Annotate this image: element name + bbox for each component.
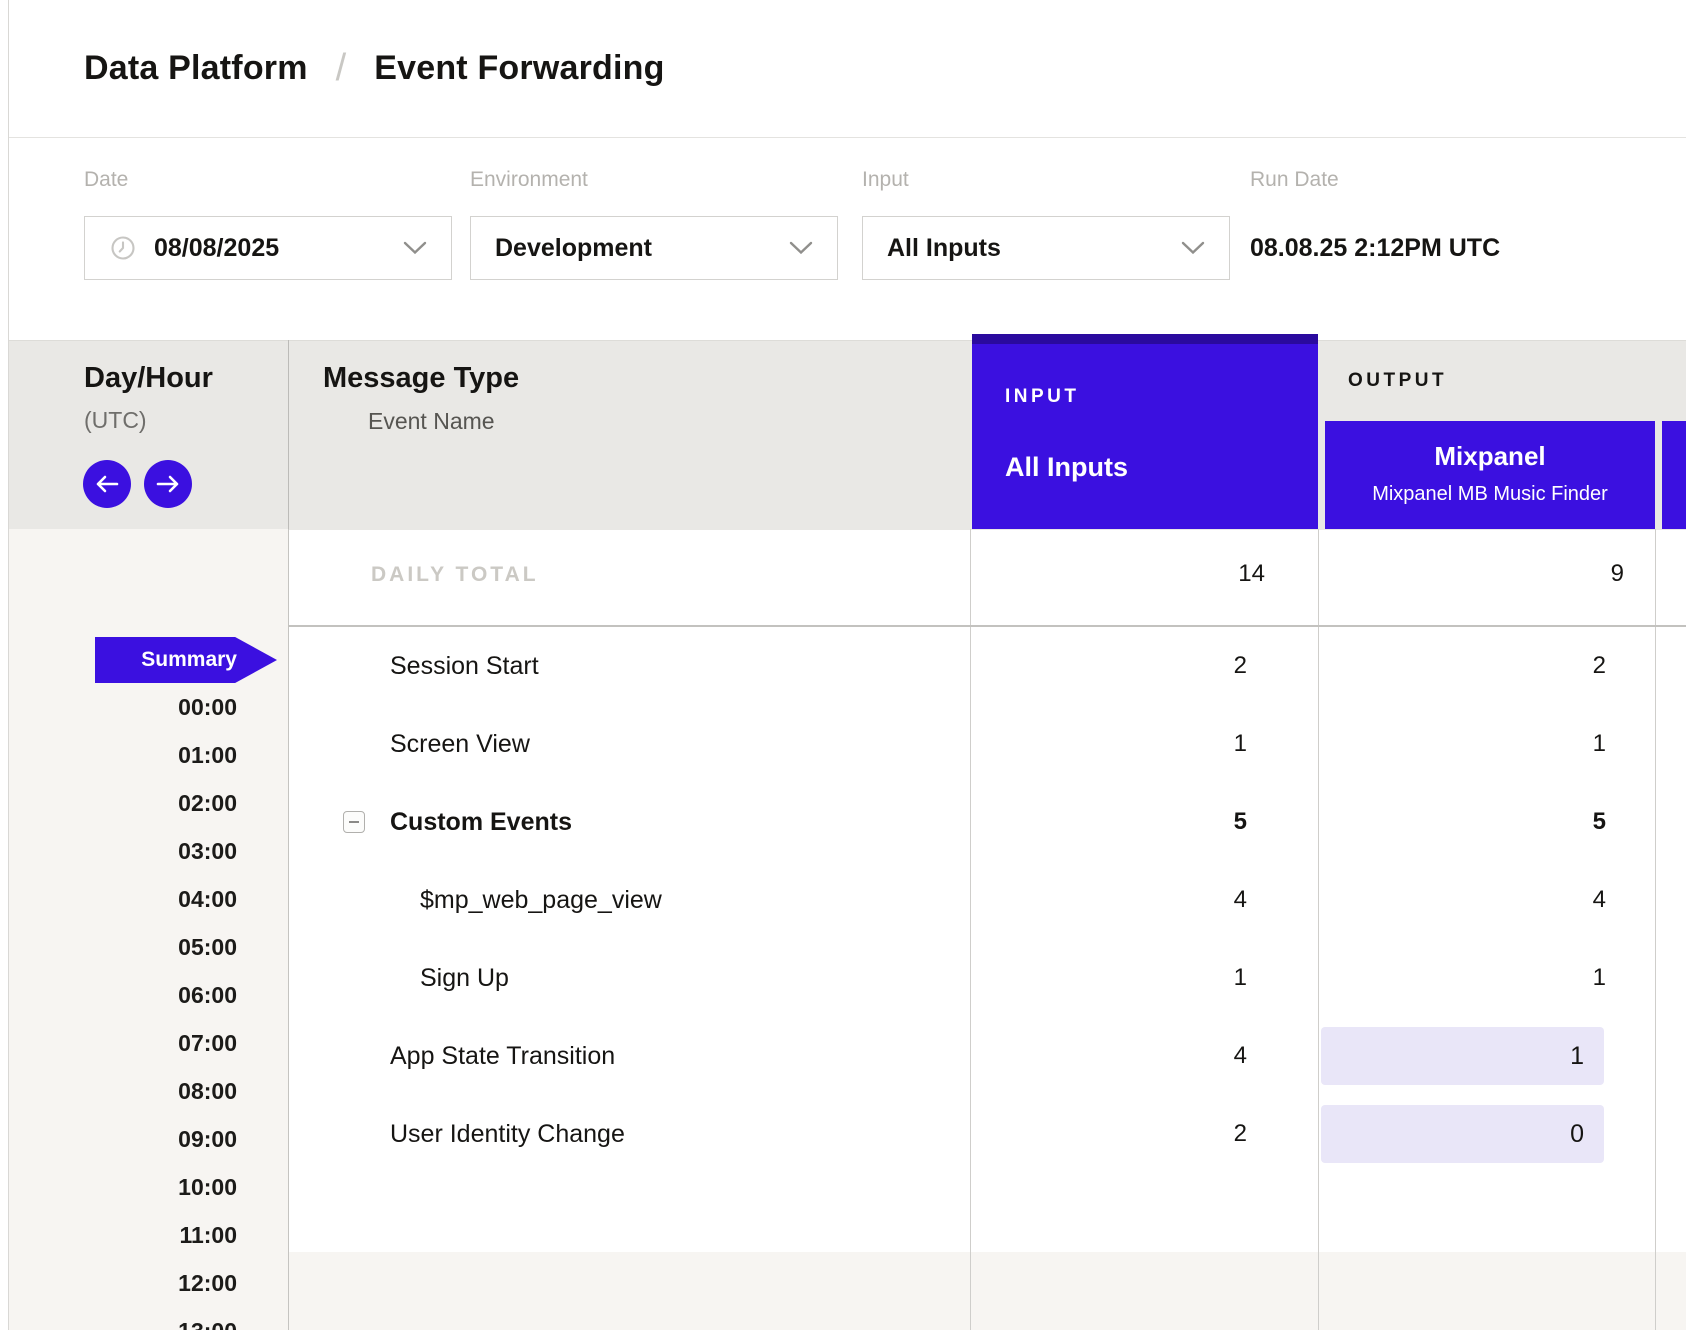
window-left-edge (8, 0, 9, 1330)
input-count-cell: 4 (970, 886, 1300, 914)
output-section-label: OUTPUT (1348, 370, 1447, 392)
output-count-cell: 1 (1300, 1017, 1637, 1095)
extra-output-column-header (1662, 421, 1686, 529)
input-value: All Inputs (887, 234, 1001, 263)
breadcrumb: Data Platform / Event Forwarding (9, 0, 1686, 138)
chevron-down-icon (403, 241, 427, 255)
arrow-right-icon (155, 473, 181, 495)
breadcrumb-item-data-platform[interactable]: Data Platform (84, 49, 308, 88)
daily-total-output-value: 9 (1318, 560, 1624, 588)
date-filter-label: Date (84, 168, 128, 192)
hour-label[interactable]: 08:00 (84, 1076, 237, 1106)
input-count-cell: 4 (970, 1042, 1300, 1070)
hour-label[interactable]: 07:00 (84, 1028, 237, 1058)
table-row: Sign Up11 (288, 939, 1686, 1017)
run-date-value: 08.08.25 2:12PM UTC (1250, 234, 1500, 263)
daily-total-input-value: 14 (970, 560, 1265, 588)
run-date-label: Run Date (1250, 168, 1339, 192)
output-count-cell: 1 (1300, 705, 1637, 783)
mixpanel-column-header: Mixpanel Mixpanel MB Music Finder (1325, 421, 1655, 529)
hour-label[interactable]: 06:00 (84, 980, 237, 1010)
clock-icon (109, 234, 137, 262)
mixpanel-title: Mixpanel (1325, 441, 1655, 472)
hour-label[interactable]: 03:00 (84, 836, 237, 866)
row-label: Screen View (288, 730, 970, 759)
input-column-accent-strip (972, 334, 1318, 344)
table-row: $mp_web_page_view44 (288, 861, 1686, 939)
highlighted-count-cell: 1 (1321, 1027, 1604, 1085)
daily-total-label: DAILY TOTAL (371, 563, 539, 587)
output-count-cell: 0 (1300, 1095, 1637, 1173)
minus-icon (349, 821, 359, 823)
hour-label[interactable]: 12:00 (84, 1268, 237, 1298)
arrow-left-icon (94, 473, 120, 495)
hour-label[interactable]: 11:00 (84, 1220, 237, 1250)
hour-label[interactable]: 05:00 (84, 932, 237, 962)
output-count-cell: 4 (1300, 861, 1637, 939)
hour-label[interactable]: 00:00 (84, 692, 237, 722)
event-forwarding-page: Data Platform / Event Forwarding Date En… (0, 0, 1686, 1330)
input-dropdown[interactable]: All Inputs (862, 216, 1230, 280)
previous-day-button[interactable] (83, 460, 131, 508)
mixpanel-subtitle: Mixpanel MB Music Finder (1325, 483, 1655, 506)
chevron-down-icon (789, 241, 813, 255)
output-count-cell: 1 (1300, 939, 1637, 1017)
hour-label[interactable]: 04:00 (84, 884, 237, 914)
hour-label[interactable]: 13:00 (84, 1316, 237, 1330)
hour-label[interactable]: 10:00 (84, 1172, 237, 1202)
date-value: 08/08/2025 (154, 234, 279, 263)
collapse-toggle[interactable] (343, 811, 365, 833)
hour-label[interactable]: 01:00 (84, 740, 237, 770)
breadcrumb-separator: / (336, 47, 347, 90)
date-dropdown[interactable]: 08/08/2025 (84, 216, 452, 280)
table-footer-band (288, 1252, 1686, 1330)
input-column-name: All Inputs (1005, 452, 1128, 483)
input-filter-label: Input (862, 168, 909, 192)
event-rows: Session Start22Screen View11Custom Event… (288, 627, 1686, 1173)
event-name-subtitle: Event Name (368, 408, 495, 435)
table-row: User Identity Change20 (288, 1095, 1686, 1173)
highlighted-count-cell: 0 (1321, 1105, 1604, 1163)
environment-filter-label: Environment (470, 168, 588, 192)
table-row: Session Start22 (288, 627, 1686, 705)
input-count-cell: 5 (970, 808, 1300, 836)
input-count-cell: 2 (970, 1120, 1300, 1148)
output-count-cell: 5 (1300, 783, 1637, 861)
input-column-header: INPUT All Inputs (972, 334, 1318, 529)
day-hour-subtitle: (UTC) (84, 407, 147, 434)
table-row: Custom Events55 (288, 783, 1686, 861)
row-label: User Identity Change (288, 1120, 970, 1149)
output-count-cell: 2 (1300, 627, 1637, 705)
environment-dropdown[interactable]: Development (470, 216, 838, 280)
table-row: App State Transition41 (288, 1017, 1686, 1095)
row-label: App State Transition (288, 1042, 970, 1071)
row-label: Custom Events (288, 808, 970, 837)
day-hour-title: Day/Hour (84, 362, 213, 395)
table-row: Screen View11 (288, 705, 1686, 783)
input-section-label: INPUT (1005, 386, 1080, 408)
input-count-cell: 1 (970, 964, 1300, 992)
environment-value: Development (495, 234, 652, 263)
header-column-divider (288, 340, 289, 529)
input-count-cell: 2 (970, 652, 1300, 680)
chevron-down-icon (1181, 241, 1205, 255)
hour-label[interactable]: 02:00 (84, 788, 237, 818)
breadcrumb-item-event-forwarding: Event Forwarding (374, 49, 664, 88)
message-type-title: Message Type (323, 362, 519, 395)
row-label: Session Start (288, 652, 970, 681)
next-day-button[interactable] (144, 460, 192, 508)
hour-label[interactable]: 09:00 (84, 1124, 237, 1154)
row-label: Sign Up (288, 964, 970, 993)
row-label: $mp_web_page_view (288, 886, 970, 915)
input-count-cell: 1 (970, 730, 1300, 758)
